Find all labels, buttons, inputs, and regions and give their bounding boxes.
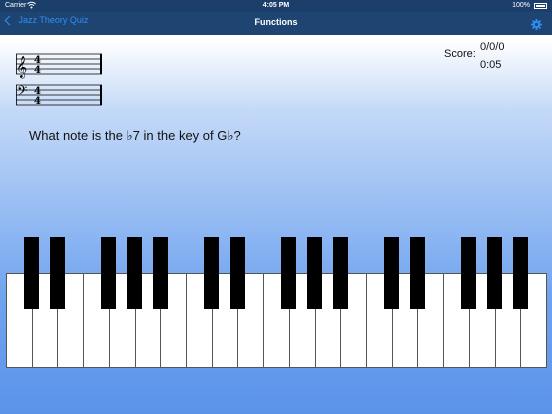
black-key-f-sharp3[interactable] xyxy=(461,237,477,309)
gear-icon xyxy=(531,19,542,30)
treble-time-bottom: 4 xyxy=(34,65,41,76)
black-key-f-sharp1[interactable] xyxy=(101,237,117,309)
black-key-f-sharp2[interactable] xyxy=(281,237,297,309)
piano-keyboard xyxy=(6,237,547,368)
battery-percentage: 100% xyxy=(512,2,530,9)
black-key-d-sharp2[interactable] xyxy=(229,237,245,309)
elapsed-time: 0:05 xyxy=(480,59,502,71)
question-text: What note is the ♭7 in the key of G♭? xyxy=(29,128,241,143)
navigation-bar: Jazz Theory Quiz Functions xyxy=(0,12,552,35)
score-label: Score: xyxy=(444,48,476,60)
bass-time-bottom: 4 xyxy=(34,96,41,107)
black-key-d-sharp1[interactable] xyxy=(49,237,65,309)
black-key-g-sharp1[interactable] xyxy=(127,237,143,309)
black-key-a-sharp1[interactable] xyxy=(152,237,168,309)
black-key-d-sharp3[interactable] xyxy=(409,237,425,309)
black-key-a-sharp3[interactable] xyxy=(512,237,528,309)
bass-staff xyxy=(16,84,102,106)
status-time: 4:05 PM xyxy=(262,2,290,9)
treble-clef-icon: 𝄞 xyxy=(16,56,27,79)
bass-clef-icon: 𝄢 xyxy=(17,83,27,102)
black-key-g-sharp2[interactable] xyxy=(307,237,323,309)
black-key-a-sharp2[interactable] xyxy=(332,237,348,309)
black-key-c-sharp3[interactable] xyxy=(384,237,400,309)
treble-staff xyxy=(16,53,102,75)
black-key-c-sharp2[interactable] xyxy=(204,237,220,309)
page-title: Functions xyxy=(254,17,298,27)
settings-button[interactable] xyxy=(531,17,542,30)
battery-icon xyxy=(534,3,547,9)
music-staff: 𝄞 4 4 𝄢 4 4 xyxy=(16,53,102,107)
status-bar: Carrier 4:05 PM 100% xyxy=(0,0,552,12)
score-value: 0/0/0 xyxy=(480,41,505,53)
black-key-c-sharp1[interactable] xyxy=(24,237,40,309)
black-key-g-sharp3[interactable] xyxy=(487,237,503,309)
